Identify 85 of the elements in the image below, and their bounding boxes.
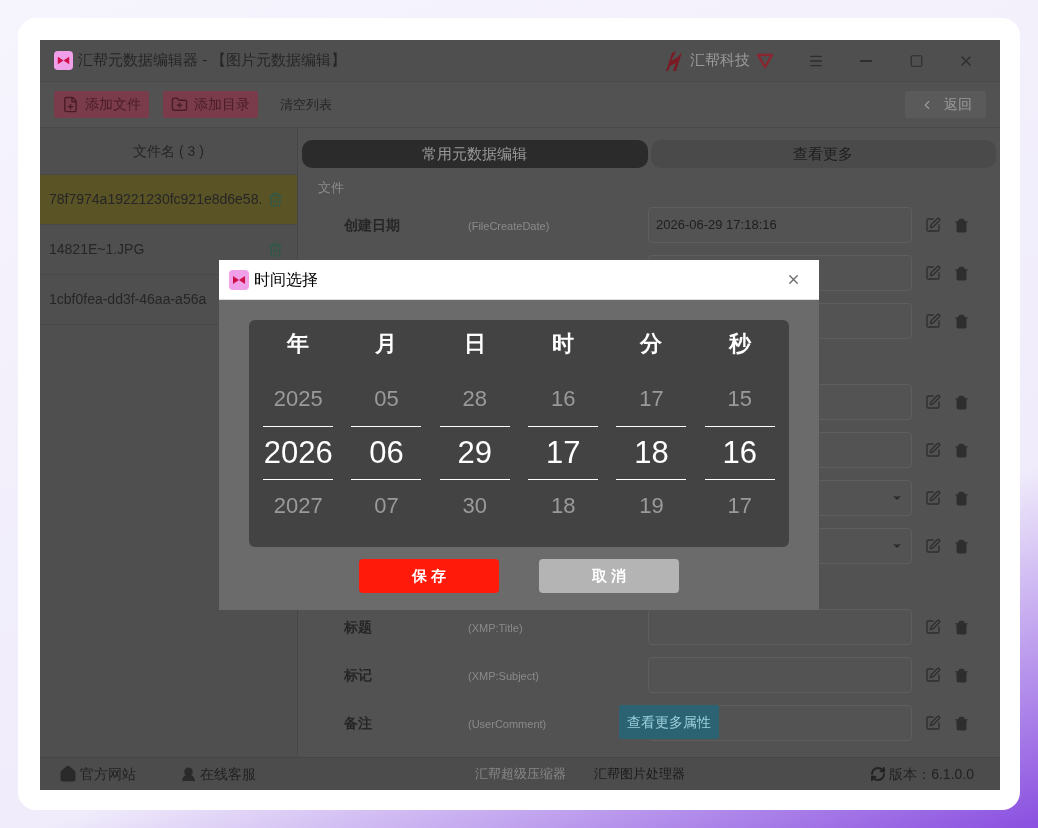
picker-value[interactable]: 06 — [369, 427, 404, 479]
trash-icon — [953, 490, 969, 506]
column-heading: 分 — [640, 330, 663, 357]
edit-icon — [925, 265, 941, 281]
picker-value[interactable]: 18 — [634, 427, 669, 479]
picker-value[interactable]: 17 — [727, 492, 753, 520]
folder-plus-icon — [171, 96, 188, 113]
maximize-icon — [908, 53, 924, 68]
delete-button[interactable] — [952, 618, 970, 636]
edit-icon — [925, 667, 941, 683]
picker-value[interactable]: 18 — [550, 492, 576, 520]
delete-button[interactable] — [952, 489, 970, 507]
edit-button[interactable] — [924, 312, 942, 330]
picker-value[interactable]: 16 — [722, 427, 758, 479]
person-icon — [180, 765, 197, 783]
save-button[interactable]: 保 存 — [359, 559, 499, 593]
field-tag: (XMP:Subject) — [468, 670, 539, 682]
section-title: 文件 — [318, 178, 344, 197]
tab[interactable]: 常用元数据编辑 — [302, 140, 648, 168]
delete-icon[interactable] — [268, 192, 283, 207]
cancel-button[interactable]: 取 消 — [539, 559, 679, 593]
picker-value[interactable]: 30 — [462, 492, 488, 520]
edit-icon — [925, 619, 941, 635]
column-heading: 月 — [375, 330, 398, 357]
column-heading: 秒 — [728, 330, 751, 357]
brand-name: 汇帮科技 — [690, 50, 750, 71]
trash-icon — [953, 394, 969, 410]
picker-value[interactable]: 05 — [374, 385, 399, 413]
more-properties-tooltip[interactable]: 查看更多属性 — [619, 705, 719, 739]
trash-icon — [953, 715, 969, 731]
picker-value[interactable]: 15 — [727, 385, 753, 413]
picker-value[interactable]: 28 — [462, 385, 488, 413]
file-plus-icon — [62, 96, 79, 113]
edit-icon — [925, 442, 941, 458]
app-logo-icon — [229, 269, 249, 290]
edit-icon — [925, 217, 941, 233]
edit-button[interactable] — [924, 537, 942, 555]
input-field[interactable] — [648, 609, 912, 645]
picker-value[interactable]: 2027 — [273, 492, 323, 520]
picker-value[interactable]: 2026 — [263, 427, 333, 479]
delete-button[interactable] — [952, 312, 970, 330]
edit-icon — [925, 394, 941, 410]
refresh-icon — [870, 766, 887, 782]
field-tag: (XMP:Title) — [468, 622, 523, 634]
delete-button[interactable] — [952, 714, 970, 732]
edit-button[interactable] — [924, 714, 942, 732]
delete-button[interactable] — [952, 393, 970, 411]
minimize-icon — [860, 59, 872, 62]
trash-icon — [953, 538, 969, 554]
delete-button[interactable] — [952, 441, 970, 459]
column-heading: 日 — [463, 330, 486, 357]
delete-button[interactable] — [952, 537, 970, 555]
picker-value[interactable]: 29 — [457, 427, 493, 479]
edit-button[interactable] — [924, 393, 942, 411]
field-tag: (FileCreateDate) — [468, 220, 550, 232]
app-logo-icon — [54, 51, 73, 70]
edit-icon — [925, 313, 941, 329]
edit-icon — [925, 538, 941, 554]
edit-button[interactable] — [924, 666, 942, 684]
edit-button[interactable] — [924, 216, 942, 234]
edit-button[interactable] — [924, 264, 942, 282]
trash-icon — [953, 217, 969, 233]
edit-button[interactable] — [924, 441, 942, 459]
edit-button[interactable] — [924, 618, 942, 636]
trash-icon — [953, 313, 969, 329]
home-icon — [59, 765, 77, 783]
trash-icon — [953, 667, 969, 683]
picker-value[interactable]: 16 — [550, 385, 576, 413]
column-heading: 年 — [287, 330, 310, 357]
column-heading: 时 — [552, 330, 575, 357]
edit-button[interactable] — [924, 489, 942, 507]
edit-icon — [925, 715, 941, 731]
picker-value[interactable]: 19 — [639, 492, 664, 520]
picker-value[interactable]: 17 — [545, 427, 581, 479]
delete-button[interactable] — [952, 264, 970, 282]
trash-icon — [953, 265, 969, 281]
delete-button[interactable] — [952, 666, 970, 684]
delete-button[interactable] — [952, 216, 970, 234]
trash-icon — [953, 442, 969, 458]
edit-icon — [925, 490, 941, 506]
picker-value[interactable]: 07 — [374, 492, 399, 520]
picker-value[interactable]: 2025 — [273, 385, 323, 413]
trash-icon — [953, 619, 969, 635]
delete-icon[interactable] — [268, 242, 283, 257]
picker-value[interactable]: 17 — [639, 385, 664, 413]
